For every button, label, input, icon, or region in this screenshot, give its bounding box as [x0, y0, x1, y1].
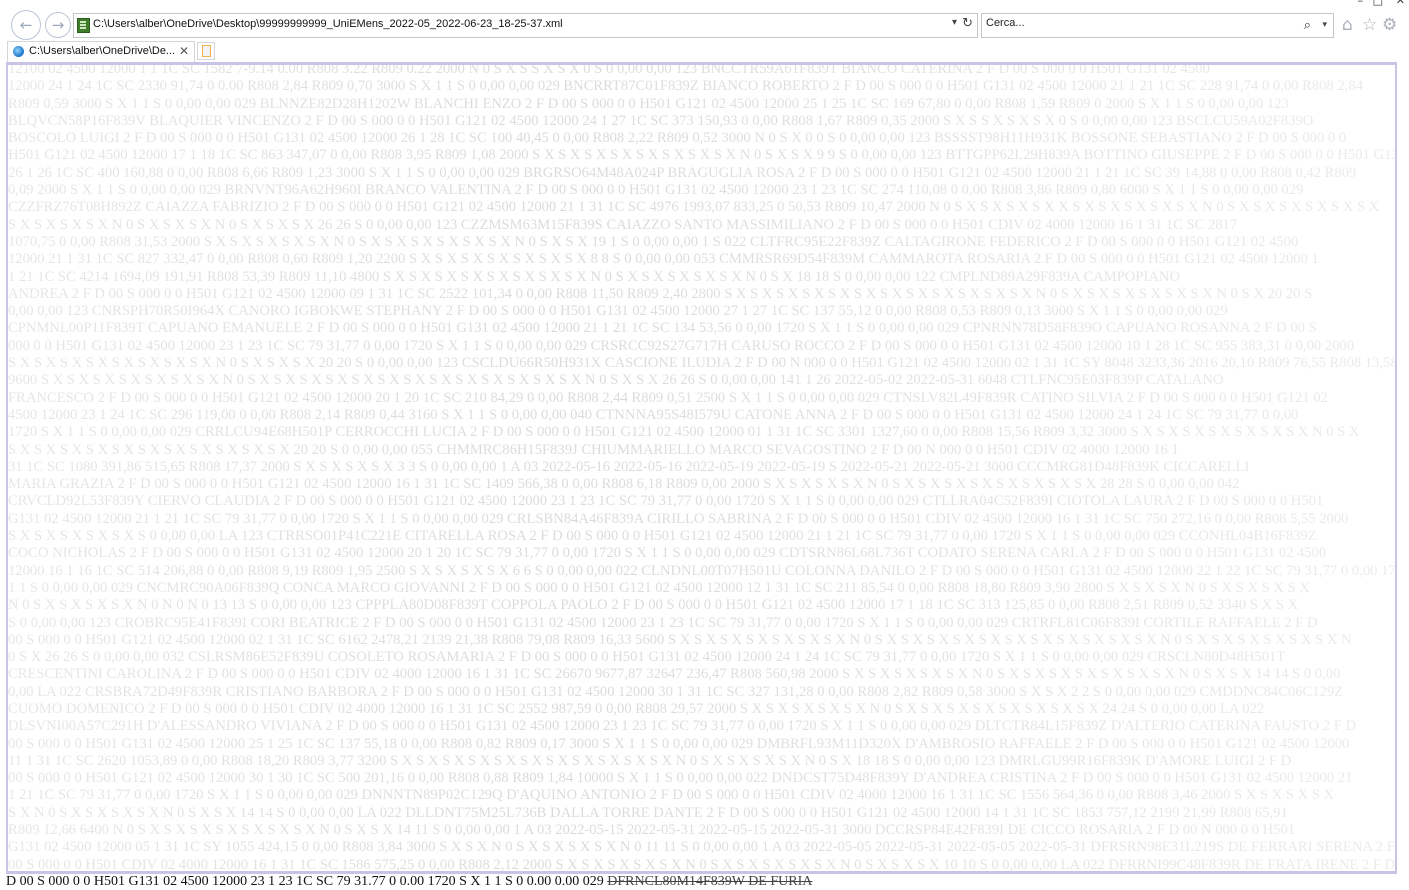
tab-label[interactable]: C:\Users\alber\OneDrive\De...	[29, 45, 175, 57]
xml-text-line: CUOMO DOMENICO 2 F D 00 S 000 0 0 H501 C…	[8, 700, 1265, 717]
xml-text-line: 00 S 000 0 0 H501 G131 02 4500 12000 25 …	[8, 735, 1350, 752]
xml-text-line: 00 S 000 0 0 H501 CDIV 02 4000 12000 16 …	[8, 856, 1395, 873]
overflow-text-struck: DFRNCL80M14F839W DE FURIA	[607, 874, 813, 889]
tab-active[interactable]: C:\Users\alber\OneDrive\De... ✕	[7, 41, 195, 62]
xml-text-line: G131 02 4500 12000 21 1 21 1C SC 79 31,7…	[8, 510, 1349, 527]
xml-text-line: BLQVCN58P16F839V BLAQUIER VINCENZO 2 F D…	[8, 112, 1314, 129]
xml-text-line: CZZFRZ76T08H892Z CAIAZZA FABRIZIO 2 F D …	[8, 199, 1380, 216]
tab-bar: C:\Users\alber\OneDrive\De... ✕	[0, 40, 1409, 62]
gear-icon[interactable]: ⚙	[1382, 16, 1397, 34]
xml-text-line: COCO NICHOLAS 2 F D 00 S 000 0 0 H501 G1…	[8, 545, 1327, 562]
address-bar[interactable]: C:\Users\alber\OneDrive\Desktop\99999999…	[73, 13, 978, 38]
xml-text-line: 12000 24 1 24 1C SC 2330 91,74 0 0.00 R8…	[8, 78, 1363, 95]
xml-text-line: CRESCENTINI CAROLINA 2 F D 00 S 000 0 0 …	[8, 666, 1341, 683]
minimize-icon[interactable]: –	[1358, 0, 1364, 7]
ie-globe-icon	[13, 46, 24, 57]
favorites-star-icon[interactable]: ☆	[1362, 16, 1377, 34]
xml-text-line: 00 S 000 0 0 H501 G121 02 4500 12000 02 …	[8, 631, 1352, 648]
back-button[interactable]: ←	[11, 10, 41, 40]
xml-text-line: 1070,75 0 0,00 R808 31,53 2000 S X S X S…	[8, 233, 1299, 250]
xml-text-line: 000 0 0 H501 G131 02 4500 12000 23 1 23 …	[8, 337, 1355, 354]
xml-text-line: 31 1C SC 1080 391,86 515,65 R808 17,37 2…	[8, 458, 1250, 475]
search-input[interactable]	[986, 17, 1286, 29]
maximize-icon[interactable]: □	[1373, 0, 1383, 7]
xml-text-line: 1720 S X 1 1 S 0 0,00 0,00 029 CRRLCU94E…	[8, 424, 1360, 441]
xml-text-line: S X S X S X S X S X S X S X S X N 0 S X …	[8, 355, 1395, 372]
xml-text-line: MARIA GRAZIA 2 F D 00 S 000 0 0 H501 G12…	[8, 476, 1240, 493]
new-tab-button[interactable]	[197, 42, 215, 60]
xml-text-line: 12000 16 1 16 1C SC 514 206,88 0 0,00 R8…	[8, 562, 1395, 579]
window-controls: – □ ✕	[1349, 0, 1409, 8]
back-arrow-icon: ←	[19, 16, 33, 34]
refresh-icon[interactable]: ↻	[962, 16, 973, 31]
xml-text-line: 11 1 31 1C SC 2620 1053,89 0 0,00 R808 1…	[8, 752, 1292, 769]
xml-text-line: H501 G121 02 4500 12000 17 1 18 1C SC 86…	[8, 147, 1395, 164]
xml-text-line: DLSVNI00A57C291H D'ALESSANDRO VIVIANA 2 …	[8, 718, 1357, 735]
xml-text-line: ANDREA 2 F D 00 S 000 0 0 H501 G121 02 4…	[8, 285, 1313, 302]
xml-text-line: R809 12,66 6400 N 0 S X S X S X S X S X …	[8, 822, 1296, 839]
xml-text-line: S X S X S X S X N 0 S X S X S X N 0 S X …	[8, 216, 1238, 233]
xml-file-icon	[77, 18, 90, 33]
home-icon[interactable]: ⌂	[1342, 16, 1353, 34]
xml-text-line: 1 1 S 0 0,00 0,00 029 CNCMRC90A06F839Q C…	[8, 579, 1310, 596]
search-box[interactable]: ⌕ ▾	[981, 13, 1334, 38]
address-dropdown-icon[interactable]: ▾	[952, 17, 957, 28]
close-icon[interactable]: ✕	[179, 44, 189, 58]
xml-text-line: 1 21 1C SC 4214 1694,09 191,91 R808 53,3…	[8, 268, 1181, 285]
xml-text-line: 26 1 26 1C SC 400 160,88 0 0,00 R808 6,6…	[8, 164, 1357, 181]
xml-text-line: R809 0,59 3000 S X 1 1 S 0 0,00 0,00 029…	[8, 95, 1289, 112]
overflow-text-line: D 00 S 000 0 0 H501 G131 02 4500 12000 2…	[6, 874, 812, 890]
xml-text-line: 1 21 1C SC 79 31,77 0 0,00 1720 S X 1 1 …	[8, 787, 1335, 804]
new-tab-icon	[202, 45, 211, 57]
xml-text-line: 12100 02 4500 12000 1 1 1C SC 1582 7-9.1…	[8, 62, 1210, 77]
xml-text-line: 0 S X 26 26 S 0 0,00 0,00 032 CSLRSM86E5…	[8, 649, 1286, 666]
forward-button[interactable]: →	[45, 12, 71, 38]
xml-text-line: S 0 0,00 0,00 123 CROBRC95E41F839I CORI …	[8, 614, 1318, 631]
search-icon[interactable]: ⌕	[1304, 18, 1311, 33]
xml-text-line: FRANCESCO 2 F D 00 S 000 0 0 H501 G121 0…	[8, 389, 1328, 406]
xml-text-line: 00 S 000 0 0 H501 G121 02 4500 12000 30 …	[8, 770, 1353, 787]
xml-text-line: 0,00 LA 022 CRSBRA72D49F839R CRISTIANO B…	[8, 683, 1344, 700]
xml-text-line: N 0 S X S X S X S X N 0 N 0 N 0 13 13 S …	[8, 597, 1299, 614]
xml-text-line: 0,00 0,00 123 CNRSPH70R50I964X CANORO IG…	[8, 303, 1228, 320]
xml-content-area[interactable]: 12100 02 4500 12000 1 1 1C SC 1582 7-9.1…	[6, 62, 1397, 874]
xml-text-line: 4500 12000 23 1 24 1C SC 296 119,00 0 0,…	[8, 406, 1299, 423]
xml-text-line: CPNMNL00P11F839T CAPUANO EMANUELE 2 F D …	[8, 320, 1317, 337]
overflow-text-plain: D 00 S 000 0 0 H501 G131 02 4500 12000 2…	[6, 874, 608, 889]
xml-text-line: S X S X S X S X S X S X S X S X S X S X …	[8, 441, 1179, 458]
address-toolbar: ← → C:\Users\alber\OneDrive\Desktop\9999…	[0, 10, 1409, 44]
address-text[interactable]: C:\Users\alber\OneDrive\Desktop\99999999…	[93, 18, 563, 30]
xml-text-block: 12100 02 4500 12000 1 1 1C SC 1582 7-9.1…	[8, 62, 1395, 873]
xml-text-line: CRVCLD92L53F839Y CIERVO CLAUDIA 2 F D 00…	[8, 493, 1324, 510]
xml-text-line: 9600 S X S X S X S X S X S X S X N 0 S X…	[8, 372, 1224, 389]
xml-text-line: 0,09 2000 S X 1 1 S 0 0,00 0,00 029 BRNV…	[8, 182, 1304, 199]
xml-text-line: BOSCOLO LUIGI 2 F D 00 S 000 0 0 H501 G1…	[8, 130, 1347, 147]
xml-text-line: S X N 0 S X S X S X S X N 0 S X S X 14 1…	[8, 804, 1288, 821]
close-window-icon[interactable]: ✕	[1396, 0, 1405, 7]
xml-text-line: G131 02 4500 12000 05 1 31 1C SY 1055 42…	[8, 839, 1395, 856]
xml-text-line: S X S X S X S X S X S 0 0,00 0,00 LA 123…	[8, 528, 1317, 545]
search-dropdown-icon[interactable]: ▾	[1322, 19, 1327, 30]
forward-arrow-icon: →	[51, 16, 65, 34]
xml-text-line: 12000 21 1 31 1C SC 827 332,47 0 0,00 R8…	[8, 251, 1319, 268]
